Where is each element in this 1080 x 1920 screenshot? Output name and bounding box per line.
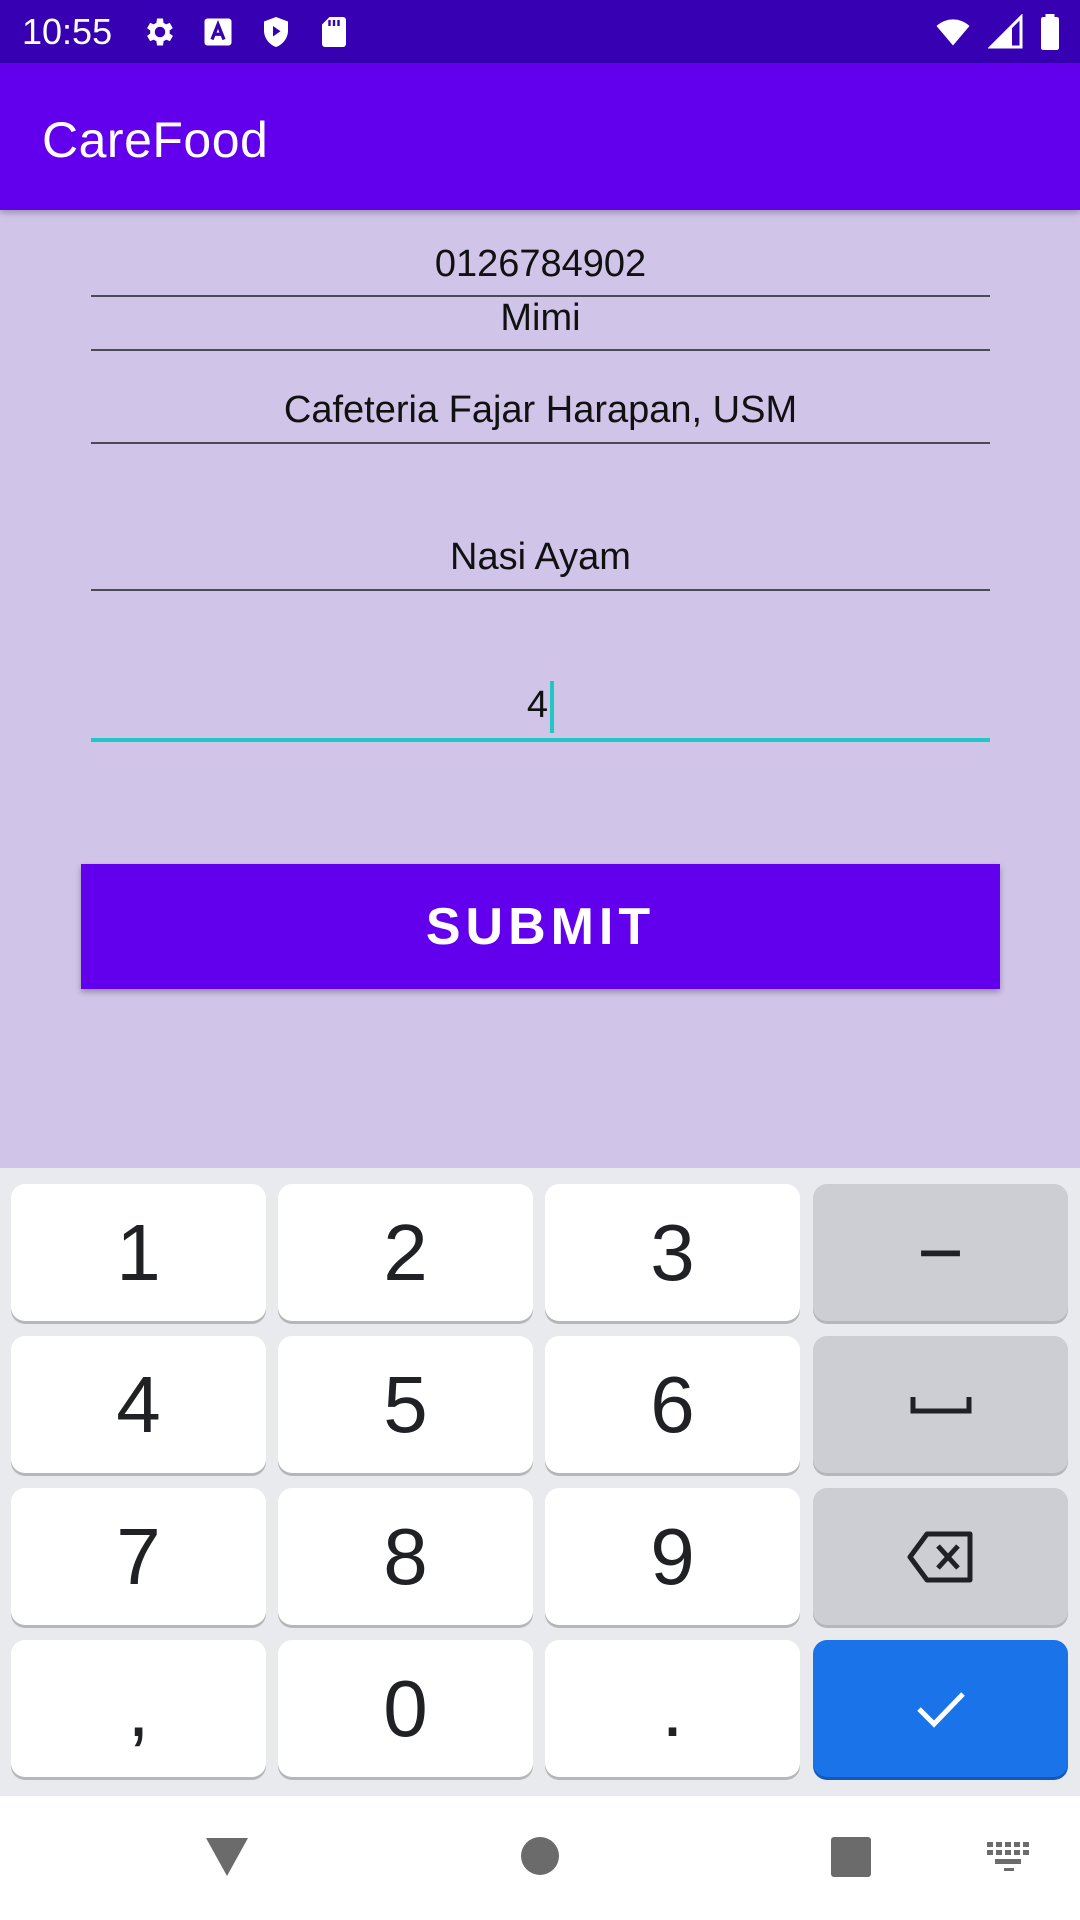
quantity-value: 4 <box>526 684 549 726</box>
navigation-bar <box>0 1796 1080 1920</box>
key-8[interactable]: 8 <box>278 1488 533 1625</box>
status-icons-right <box>932 12 1062 52</box>
key-7[interactable]: 7 <box>11 1488 266 1625</box>
battery-icon <box>1038 14 1062 50</box>
status-time: 10:55 <box>22 11 113 52</box>
backspace-icon <box>907 1531 975 1583</box>
back-icon[interactable] <box>204 1836 250 1883</box>
quantity-input-line: 4 <box>91 672 990 738</box>
status-icons-left <box>142 12 352 52</box>
status-bar: 10:55 <box>0 0 1080 63</box>
sd-card-icon <box>316 14 352 50</box>
location-value: Cafeteria Fajar Harapan, USM <box>283 389 798 431</box>
settings-icon <box>142 14 178 50</box>
key-5[interactable]: 5 <box>278 1336 533 1473</box>
app-title: CareFood <box>42 112 269 168</box>
key-period[interactable]: . <box>545 1640 800 1777</box>
key-done[interactable] <box>813 1640 1068 1777</box>
key-9[interactable]: 9 <box>545 1488 800 1625</box>
quantity-field[interactable]: 4 <box>91 672 990 742</box>
food-value: Nasi Ayam <box>450 536 631 578</box>
text-cursor <box>550 680 555 733</box>
food-field[interactable]: Nasi Ayam <box>91 527 990 591</box>
check-icon <box>915 1689 967 1729</box>
key-1[interactable]: 1 <box>11 1184 266 1321</box>
key-backspace[interactable] <box>813 1488 1068 1625</box>
wifi-icon <box>932 14 974 50</box>
name-value: Mimi <box>500 297 581 339</box>
key-minus[interactable]: − <box>813 1184 1068 1321</box>
key-comma[interactable]: , <box>11 1640 266 1777</box>
key-0[interactable]: 0 <box>278 1640 533 1777</box>
keyboard-switch-icon[interactable] <box>987 1842 1031 1877</box>
phone-value: 0126784902 <box>434 243 647 285</box>
space-icon <box>910 1394 972 1416</box>
signal-icon <box>988 14 1024 50</box>
submit-button[interactable]: SUBMIT <box>81 864 1000 989</box>
numeric-keyboard: 1 2 3 − 4 5 6 7 8 9 , 0 . <box>0 1168 1080 1796</box>
key-6[interactable]: 6 <box>545 1336 800 1473</box>
shield-play-icon <box>258 14 294 50</box>
home-icon[interactable] <box>520 1836 560 1881</box>
a-icon <box>200 14 236 50</box>
key-3[interactable]: 3 <box>545 1184 800 1321</box>
app-bar: CareFood <box>0 63 1080 210</box>
location-field[interactable]: Cafeteria Fajar Harapan, USM <box>91 380 990 444</box>
key-2[interactable]: 2 <box>278 1184 533 1321</box>
key-space[interactable] <box>813 1336 1068 1473</box>
recents-icon[interactable] <box>831 1837 871 1882</box>
key-4[interactable]: 4 <box>11 1336 266 1473</box>
phone-field[interactable]: 0126784902 <box>91 241 990 297</box>
name-field[interactable]: Mimi <box>91 297 990 351</box>
